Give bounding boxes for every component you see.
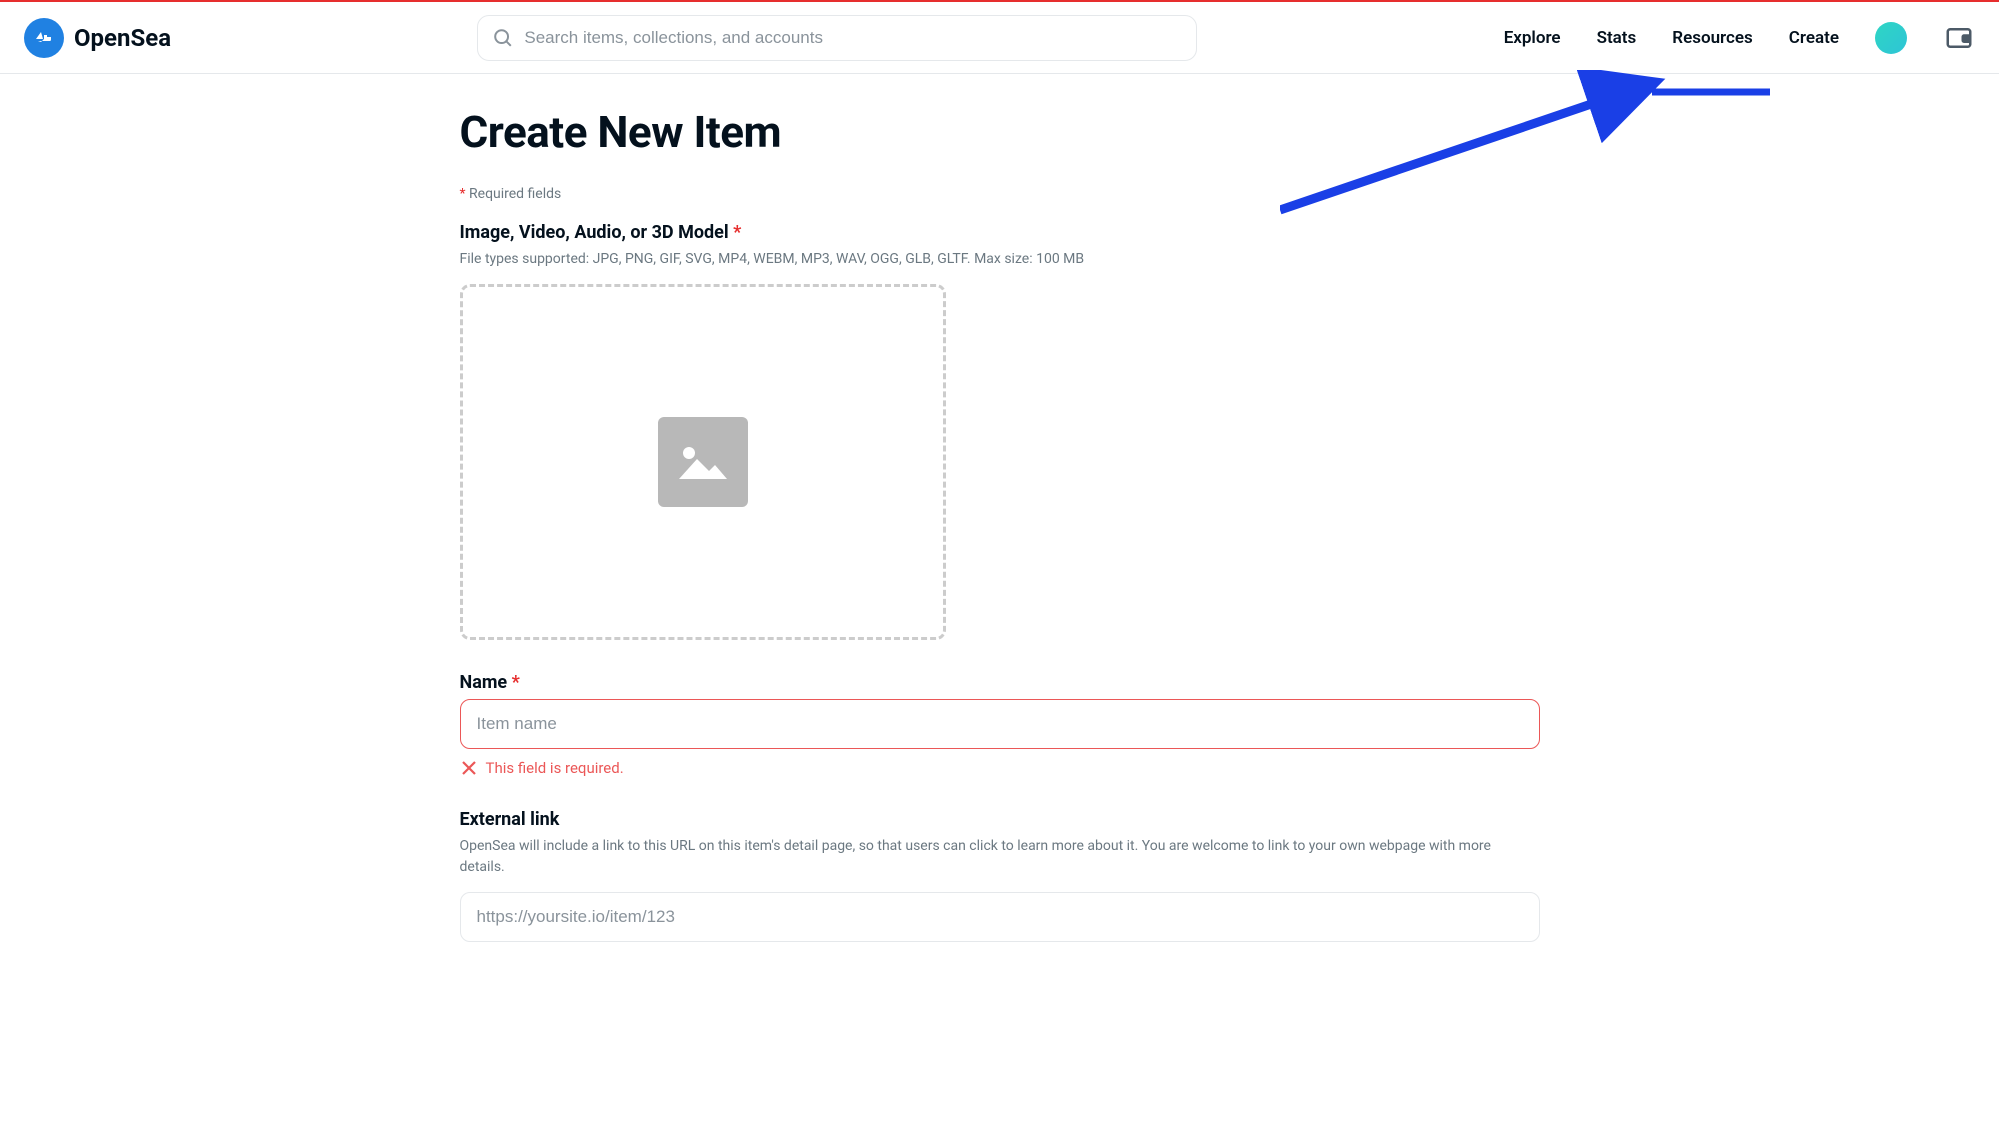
nav-stats[interactable]: Stats [1597, 28, 1637, 48]
site-header: OpenSea Explore Stats Resources Create [0, 2, 1999, 74]
logo-icon [24, 18, 64, 58]
field-external-label: External link [460, 809, 1540, 830]
media-upload-dropzone[interactable] [460, 284, 946, 640]
field-media-label: Image, Video, Audio, or 3D Model * [460, 222, 1540, 243]
nav-create[interactable]: Create [1789, 28, 1839, 48]
nav-resources[interactable]: Resources [1672, 28, 1753, 48]
wallet-icon [1944, 23, 1974, 53]
page-title: Create New Item [460, 106, 1540, 158]
search-bar[interactable] [477, 15, 1197, 61]
nav-explore[interactable]: Explore [1504, 28, 1561, 48]
main-nav: Explore Stats Resources Create [1504, 22, 1975, 54]
field-external-link: External link OpenSea will include a lin… [460, 809, 1540, 942]
logo-text: OpenSea [74, 24, 171, 52]
logo[interactable]: OpenSea [24, 18, 171, 58]
field-external-help: OpenSea will include a link to this URL … [460, 836, 1540, 878]
image-placeholder-icon [658, 417, 748, 507]
field-media: Image, Video, Audio, or 3D Model * File … [460, 222, 1540, 640]
search-input[interactable] [524, 28, 1182, 48]
name-input[interactable] [460, 699, 1540, 749]
field-media-help: File types supported: JPG, PNG, GIF, SVG… [460, 249, 1540, 270]
name-error: This field is required. [460, 759, 1540, 777]
external-link-input[interactable] [460, 892, 1540, 942]
main-content: Create New Item * Required fields Image,… [460, 74, 1540, 1014]
wallet-button[interactable] [1943, 22, 1975, 54]
error-x-icon [460, 759, 478, 777]
avatar[interactable] [1875, 22, 1907, 54]
field-name-label: Name * [460, 672, 1540, 693]
search-icon [492, 27, 514, 49]
field-name: Name * This field is required. [460, 672, 1540, 777]
required-fields-note: * Required fields [460, 186, 1540, 202]
